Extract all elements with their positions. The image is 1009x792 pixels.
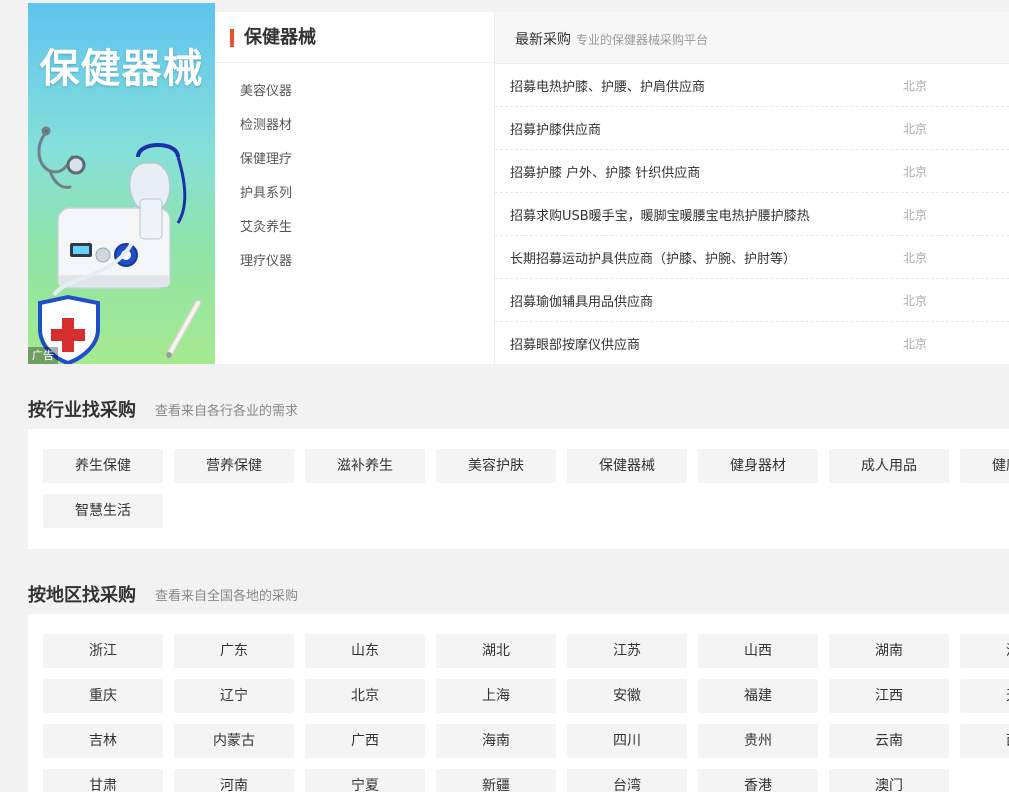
region-tag[interactable]: 辽宁: [174, 679, 294, 713]
region-tag[interactable]: 河: [960, 634, 1009, 668]
industry-tag-panel: 养生保健 营养保健 滋补养生 美容护肤 保健器械 健身器材 成人用品 健康 智慧…: [28, 429, 1009, 549]
category-link[interactable]: 检测器材: [240, 116, 292, 136]
region-tag[interactable]: 重庆: [43, 679, 163, 713]
industry-tag[interactable]: 健康: [960, 449, 1009, 483]
banner-title: 保健器械: [39, 46, 204, 92]
news-row-title[interactable]: 招募电热护膝、护腰、护肩供应商: [510, 76, 705, 95]
region-tag[interactable]: 湖北: [436, 634, 556, 668]
industry-tag[interactable]: 美容护肤: [436, 449, 556, 483]
region-tag[interactable]: 山东: [305, 634, 425, 668]
region-section-title: 按地区找采购: [28, 585, 136, 606]
ad-label: 广告: [28, 347, 58, 364]
industry-section-subtitle: 查看来自各行各业的需求: [155, 404, 299, 419]
industry-tag[interactable]: 营养保健: [174, 449, 294, 483]
category-link[interactable]: 艾灸养生: [240, 218, 292, 238]
region-tag[interactable]: 河南: [174, 769, 294, 792]
category-link[interactable]: 美容仪器: [240, 82, 292, 102]
region-tag[interactable]: 天: [960, 679, 1009, 713]
news-row-title[interactable]: 长期招募运动护具供应商（护膝、护腕、护肘等）: [510, 248, 796, 267]
news-row-city: 北京: [903, 122, 928, 136]
region-tag[interactable]: 内蒙古: [174, 724, 294, 758]
region-tag[interactable]: 广东: [174, 634, 294, 668]
news-row-title[interactable]: 招募护膝 户外、护膝 针织供应商: [510, 162, 700, 181]
region-tag[interactable]: 云南: [829, 724, 949, 758]
region-tag[interactable]: 湖南: [829, 634, 949, 668]
industry-tag[interactable]: 保健器械: [567, 449, 687, 483]
news-row-city: 北京: [903, 165, 928, 179]
category-link[interactable]: 保健理疗: [240, 150, 292, 170]
region-tag[interactable]: 福建: [698, 679, 818, 713]
region-tag[interactable]: 贵州: [698, 724, 818, 758]
news-row[interactable]: 招募眼部按摩仪供应商 北京: [495, 321, 1009, 364]
news-row[interactable]: 招募电热护膝、护腰、护肩供应商 北京: [495, 63, 1009, 107]
industry-tag[interactable]: 养生保健: [43, 449, 163, 483]
news-row-city: 北京: [903, 79, 928, 93]
region-tag[interactable]: 江苏: [567, 634, 687, 668]
top-panel: 保健器械 美容仪器 检测器材 保健理疗 护具系列 艾灸养生 理疗仪器 最新采购 …: [215, 12, 1009, 364]
region-tag[interactable]: 新疆: [436, 769, 556, 792]
news-row-title[interactable]: 招募护膝供应商: [510, 119, 601, 138]
region-tag[interactable]: 香港: [698, 769, 818, 792]
region-tag[interactable]: 澳门: [829, 769, 949, 792]
news-row-city: 北京: [903, 337, 928, 351]
news-row[interactable]: 招募护膝 户外、护膝 针织供应商 北京: [495, 149, 1009, 193]
news-row-title[interactable]: 招募求购USB暖手宝，暖脚宝暖腰宝电热护腰护膝热: [510, 205, 810, 224]
news-row[interactable]: 长期招募运动护具供应商（护膝、护腕、护肘等） 北京: [495, 235, 1009, 279]
category-title: 保健器械: [230, 25, 316, 51]
region-tag[interactable]: 广西: [305, 724, 425, 758]
news-row[interactable]: 招募瑜伽辅具用品供应商 北京: [495, 278, 1009, 322]
industry-section-title: 按行业找采购: [28, 400, 136, 421]
news-title: 最新采购: [515, 32, 571, 48]
industry-tag[interactable]: 健身器材: [698, 449, 818, 483]
region-tag[interactable]: 浙江: [43, 634, 163, 668]
ad-banner[interactable]: 保健器械 广告: [28, 3, 215, 364]
news-row-title[interactable]: 招募眼部按摩仪供应商: [510, 334, 640, 353]
news-row-city: 北京: [903, 251, 928, 265]
news-header: 最新采购 专业的保健器械采购平台: [495, 12, 1009, 64]
region-tag[interactable]: 甘肃: [43, 769, 163, 792]
medical-equipment-illustration: [37, 126, 202, 364]
region-tag[interactable]: 上海: [436, 679, 556, 713]
news-subtitle: 专业的保健器械采购平台: [576, 33, 709, 47]
region-tag[interactable]: 四川: [567, 724, 687, 758]
divider: [215, 62, 494, 63]
region-tag[interactable]: 西: [960, 724, 1009, 758]
title-accent-bar: [230, 29, 234, 47]
category-link[interactable]: 护具系列: [240, 184, 292, 204]
category-link[interactable]: 理疗仪器: [240, 252, 292, 272]
region-tag[interactable]: 吉林: [43, 724, 163, 758]
news-row-title[interactable]: 招募瑜伽辅具用品供应商: [510, 291, 653, 310]
news-row-city: 北京: [903, 294, 928, 308]
region-section-subtitle: 查看来自全国各地的采购: [155, 589, 299, 604]
category-title-text: 保健器械: [244, 27, 316, 48]
region-tag[interactable]: 海南: [436, 724, 556, 758]
industry-tag[interactable]: 滋补养生: [305, 449, 425, 483]
region-tag-panel: 浙江 广东 山东 湖北 江苏 山西 湖南 河 重庆 辽宁 北京 上海 安徽 福建…: [28, 614, 1009, 792]
news-row[interactable]: 招募求购USB暖手宝，暖脚宝暖腰宝电热护腰护膝热 北京: [495, 192, 1009, 236]
thermometer-icon: [166, 299, 202, 358]
region-tag[interactable]: 江西: [829, 679, 949, 713]
region-tag[interactable]: 安徽: [567, 679, 687, 713]
industry-tag[interactable]: 智慧生活: [43, 494, 163, 528]
stethoscope-icon: [37, 126, 86, 189]
region-tag[interactable]: 台湾: [567, 769, 687, 792]
news-row[interactable]: 招募护膝供应商 北京: [495, 106, 1009, 150]
region-tag[interactable]: 山西: [698, 634, 818, 668]
region-tag[interactable]: 北京: [305, 679, 425, 713]
news-row-city: 北京: [903, 208, 928, 222]
industry-tag[interactable]: 成人用品: [829, 449, 949, 483]
region-tag[interactable]: 宁夏: [305, 769, 425, 792]
